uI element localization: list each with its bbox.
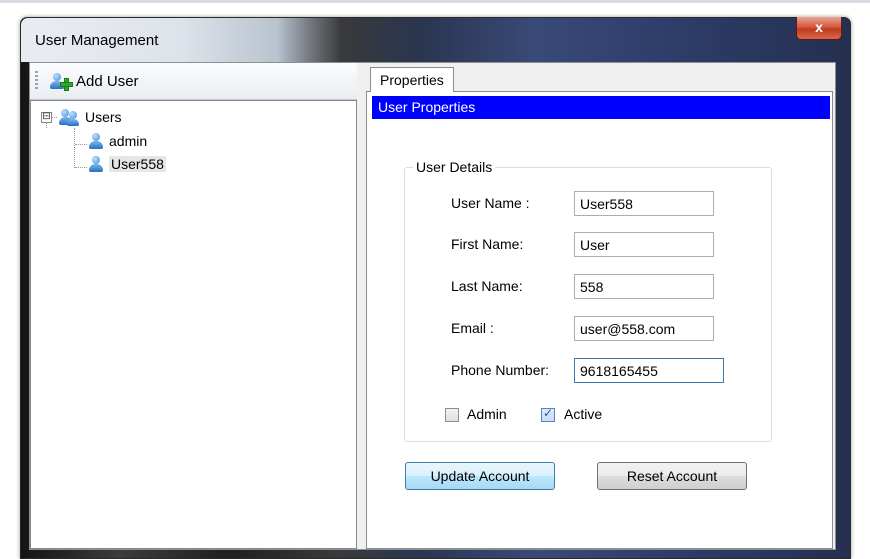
toolbar-grip[interactable] [35,71,38,91]
reset-account-button[interactable]: Reset Account [597,462,747,490]
user-details-legend: User Details [416,159,493,175]
tree-collapse-toggle[interactable]: ⊟ [41,112,52,123]
tree-node-users[interactable]: Users [59,107,122,127]
phone-number-label: Phone Number: [451,362,550,378]
tree-connector [75,144,87,145]
active-checkbox-label[interactable]: Active [564,406,602,422]
add-user-label: Add User [76,72,139,90]
left-panel: Add User ⊟ Users admin User558 [30,63,357,549]
active-checkbox[interactable]: ✓ [541,406,555,422]
users-tree[interactable]: ⊟ Users admin User558 [30,100,357,549]
tree-connector [74,128,75,168]
close-button[interactable]: x [796,17,842,40]
properties-tab-page: User Properties User Details User Name :… [366,91,833,549]
first-name-field[interactable] [574,232,714,257]
user-name-field[interactable] [574,191,714,216]
users-group-icon [59,108,81,126]
user-icon [87,132,105,150]
toolbar: Add User [30,63,357,100]
tree-node-label: User558 [109,156,166,172]
last-name-field[interactable] [574,274,714,299]
update-account-button[interactable]: Update Account [405,462,555,490]
admin-checkbox[interactable] [445,408,459,422]
screen-top-edge [0,0,870,3]
email-field[interactable] [574,316,714,341]
title-bar[interactable]: User Management x [21,17,850,62]
last-name-label: Last Name: [451,278,523,294]
window-title: User Management [35,32,159,49]
user-name-label: User Name : [451,195,530,211]
add-user-button[interactable]: Add User [48,69,139,93]
admin-checkbox-label[interactable]: Admin [467,406,507,422]
user-properties-header: User Properties [372,96,830,119]
add-user-icon [48,70,73,92]
tree-node-label: Users [85,109,122,125]
first-name-label: First Name: [451,236,524,252]
tree-connector [46,123,47,128]
tree-node-label: admin [109,133,148,149]
tab-properties[interactable]: Properties [370,67,454,92]
right-panel: Properties User Properties User Details … [361,63,835,549]
tree-node-user558[interactable]: User558 [87,154,166,174]
client-area: Add User ⊟ Users admin User558 Propertie… [29,62,836,550]
checkmark-icon: ✓ [543,406,554,420]
user-icon [87,155,105,173]
tree-connector [75,167,87,168]
tree-node-admin[interactable]: admin [87,131,147,151]
email-label: Email : [451,320,494,336]
user-management-window: User Management x Add User ⊟ Users admin… [20,17,851,559]
phone-number-field[interactable] [574,358,724,383]
